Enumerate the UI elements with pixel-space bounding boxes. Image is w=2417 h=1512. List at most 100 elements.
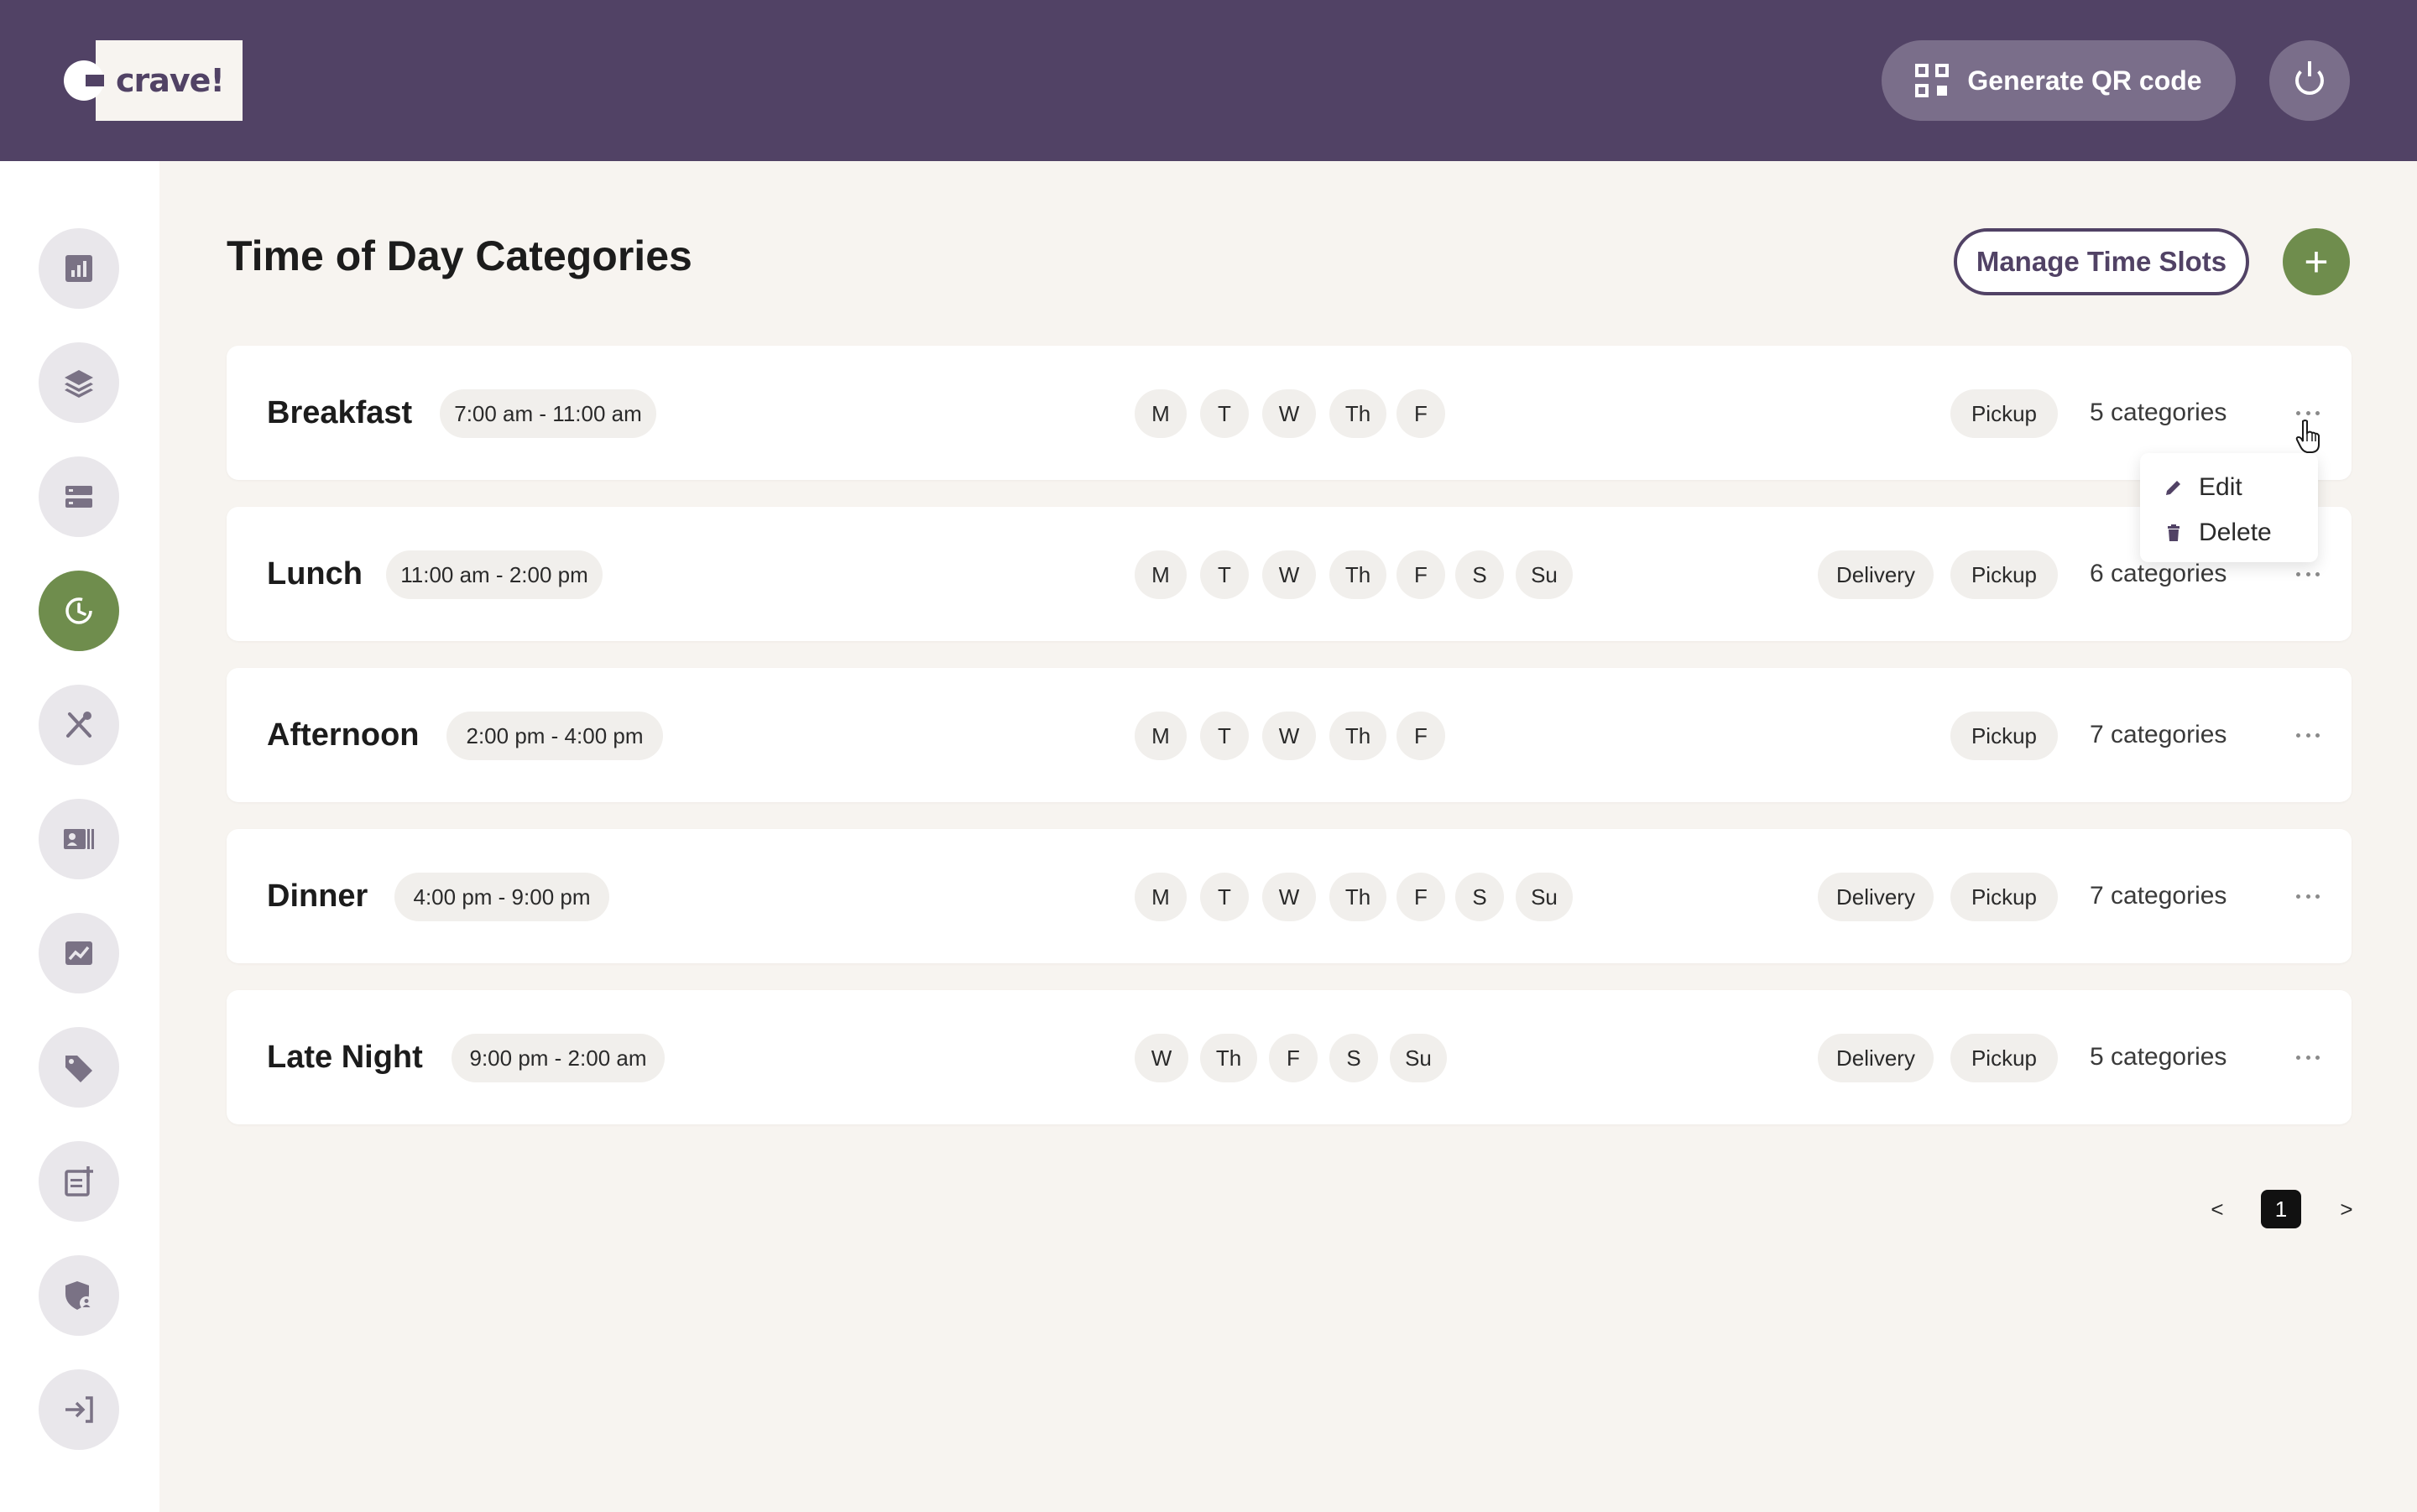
- day-badge: S: [1455, 873, 1504, 921]
- day-badge: W: [1262, 550, 1316, 599]
- sidebar-item-sign-in[interactable]: [39, 1369, 119, 1450]
- shield-user-icon: [65, 1281, 93, 1310]
- sidebar-item-time-of-day[interactable]: [39, 571, 119, 651]
- slot-name: Late Night: [267, 1039, 423, 1075]
- category-count: 5 categories: [2090, 1043, 2227, 1071]
- day-badge: F: [1396, 550, 1445, 599]
- day-badge: Su: [1516, 550, 1573, 599]
- time-slot-card: Dinner 4:00 pm - 9:00 pm M T W Th F S Su…: [227, 829, 2352, 963]
- qr-code-icon: [1915, 64, 1950, 97]
- utensils-icon: [66, 712, 91, 738]
- manage-time-slots-button[interactable]: Manage Time Slots: [1954, 228, 2249, 295]
- day-badge: W: [1135, 1034, 1188, 1082]
- day-badge: Th: [1329, 873, 1386, 921]
- day-badge: S: [1329, 1034, 1378, 1082]
- more-options-icon[interactable]: [2291, 884, 2325, 908]
- logout-button[interactable]: [2269, 40, 2350, 121]
- day-badge: W: [1262, 873, 1316, 921]
- slot-name: Breakfast: [267, 394, 413, 430]
- add-time-slot-button[interactable]: +: [2283, 228, 2350, 295]
- more-options-icon[interactable]: [2291, 562, 2325, 586]
- day-badge: Su: [1516, 873, 1573, 921]
- next-page-button[interactable]: >: [2331, 1190, 2362, 1228]
- service-badge: Pickup: [1950, 389, 2058, 438]
- sidebar-item-servers[interactable]: [39, 456, 119, 537]
- day-badge: Th: [1329, 712, 1386, 760]
- service-badge: Pickup: [1950, 873, 2058, 921]
- slot-time: 4:00 pm - 9:00 pm: [394, 873, 609, 921]
- generate-qr-label: Generate QR code: [1967, 65, 2202, 96]
- day-badge: F: [1269, 1034, 1318, 1082]
- document-add-icon: [65, 1166, 93, 1197]
- sidebar-item-analytics[interactable]: [39, 913, 119, 993]
- day-badge: Th: [1329, 550, 1386, 599]
- contact-card-icon: [64, 829, 94, 849]
- trash-icon: [2168, 524, 2179, 541]
- edit-label: Edit: [2199, 473, 2242, 501]
- time-slot-card: Breakfast 7:00 am - 11:00 am M T W Th F …: [227, 346, 2352, 480]
- service-badge: Delivery: [1818, 873, 1934, 921]
- slot-time: 7:00 am - 11:00 am: [440, 389, 656, 438]
- time-slot-card: Lunch 11:00 am - 2:00 pm M T W Th F S Su…: [227, 507, 2352, 641]
- hand-cursor-icon: [2295, 420, 2320, 453]
- slot-time: 11:00 am - 2:00 pm: [386, 550, 603, 599]
- sidebar-item-dashboard[interactable]: [39, 228, 119, 309]
- slot-name: Dinner: [267, 878, 368, 914]
- slot-time: 2:00 pm - 4:00 pm: [446, 712, 663, 760]
- day-badge: M: [1135, 873, 1187, 921]
- day-badge: M: [1135, 550, 1187, 599]
- page-title: Time of Day Categories: [227, 232, 692, 279]
- day-badge: W: [1262, 712, 1316, 760]
- row-context-menu: Edit Delete: [2140, 453, 2318, 562]
- sidebar-item-menu[interactable]: [39, 685, 119, 765]
- service-badge: Pickup: [1950, 712, 2058, 760]
- logo-text: crave!: [116, 62, 225, 99]
- slot-time: 9:00 pm - 2:00 am: [452, 1034, 665, 1082]
- service-badge: Pickup: [1950, 1034, 2058, 1082]
- logo-mark: [64, 60, 104, 101]
- trend-chart-icon: [65, 941, 92, 965]
- delete-menu-item[interactable]: Delete: [2140, 510, 2318, 555]
- layers-icon: [65, 370, 93, 398]
- edit-menu-item[interactable]: Edit: [2140, 465, 2318, 510]
- pencil-icon: [2166, 481, 2180, 495]
- day-badge: M: [1135, 712, 1187, 760]
- category-count: 7 categories: [2090, 721, 2227, 748]
- day-badge: T: [1200, 550, 1249, 599]
- day-badge: M: [1135, 389, 1187, 438]
- server-icon: [65, 486, 92, 508]
- time-slot-card: Late Night 9:00 pm - 2:00 am W Th F S Su…: [227, 990, 2352, 1124]
- sidebar-item-layers[interactable]: [39, 342, 119, 423]
- more-options-icon[interactable]: [2291, 1045, 2325, 1069]
- day-badge: Th: [1329, 389, 1386, 438]
- page-1-button[interactable]: 1: [2261, 1190, 2301, 1228]
- day-badge: F: [1396, 389, 1445, 438]
- prev-page-button[interactable]: <: [2202, 1190, 2232, 1228]
- day-badge: S: [1455, 550, 1504, 599]
- more-options-icon[interactable]: [2291, 723, 2325, 747]
- time-slot-card: Afternoon 2:00 pm - 4:00 pm M T W Th F P…: [227, 668, 2352, 802]
- day-badge: F: [1396, 712, 1445, 760]
- day-badge: W: [1262, 389, 1316, 438]
- service-badge: Delivery: [1818, 1034, 1934, 1082]
- sidebar-item-contacts[interactable]: [39, 799, 119, 879]
- generate-qr-button[interactable]: Generate QR code: [1882, 40, 2236, 121]
- day-badge: T: [1200, 712, 1249, 760]
- sidebar: [0, 161, 159, 1512]
- day-badge: Su: [1390, 1034, 1447, 1082]
- sidebar-item-security[interactable]: [39, 1255, 119, 1336]
- sidebar-item-reports[interactable]: [39, 1141, 119, 1222]
- crave-logo[interactable]: crave!: [64, 40, 243, 121]
- top-bar: crave! Generate QR code: [0, 0, 2417, 161]
- power-icon: [2295, 61, 2324, 95]
- category-count: 7 categories: [2090, 882, 2227, 910]
- price-tag-icon: [65, 1056, 92, 1082]
- day-badge: F: [1396, 873, 1445, 921]
- day-badge: T: [1200, 873, 1249, 921]
- clock-icon: [65, 597, 92, 624]
- sign-in-icon: [65, 1396, 93, 1423]
- service-badge: Pickup: [1950, 550, 2058, 599]
- sidebar-item-promotions[interactable]: [39, 1027, 119, 1108]
- day-badge: T: [1200, 389, 1249, 438]
- service-badge: Delivery: [1818, 550, 1934, 599]
